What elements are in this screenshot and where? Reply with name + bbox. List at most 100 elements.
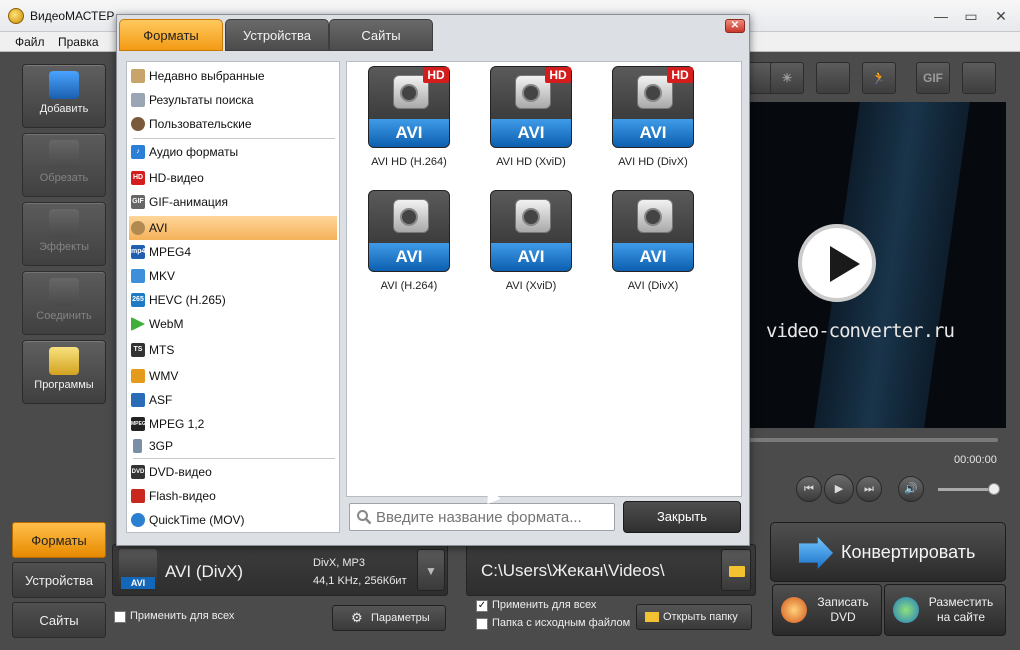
- next-icon[interactable]: ⏭: [856, 476, 882, 502]
- category-label: MKV: [149, 269, 176, 283]
- format-avi-hd-xvid[interactable]: HD AVI AVI HD (XviD): [471, 66, 591, 176]
- output-format-bar[interactable]: AVI AVI (DivX) DivX, MP3 44,1 KHz, 256Кб…: [112, 544, 448, 596]
- format-thumbnail: AVI: [612, 190, 694, 272]
- source-folder-checkbox[interactable]: [476, 618, 488, 630]
- search-input[interactable]: [376, 506, 610, 528]
- join-button[interactable]: Соединить: [22, 271, 106, 335]
- format-avi-xvid[interactable]: AVI AVI (XviD): [471, 190, 591, 300]
- asf-icon: [131, 393, 145, 407]
- format-avi-divx[interactable]: AVI AVI (DivX): [593, 190, 713, 300]
- burn-dvd-button[interactable]: Записать DVD: [772, 584, 882, 636]
- minimize-button[interactable]: —: [930, 6, 952, 26]
- category-dvd[interactable]: DVD DVD-видео: [129, 460, 337, 484]
- category-webm[interactable]: WebM: [129, 312, 337, 336]
- convert-button[interactable]: Конвертировать: [770, 522, 1006, 582]
- category-avi[interactable]: AVI: [129, 216, 337, 240]
- category-label: DVD-видео: [149, 465, 212, 479]
- parameters-button[interactable]: ⚙ Параметры: [332, 605, 446, 631]
- category-gif[interactable]: GIF GIF-анимация: [129, 190, 337, 214]
- open-folder-button[interactable]: Открыть папку: [636, 604, 752, 630]
- format-dropdown-button[interactable]: ▼: [417, 549, 445, 591]
- app-logo-icon: [8, 8, 24, 24]
- globe-icon: [893, 597, 919, 623]
- output-format-name: AVI (DivX): [165, 562, 244, 581]
- apply-all-label: Применить для всех: [130, 610, 235, 622]
- dialog-tab-formats[interactable]: Форматы: [119, 19, 223, 51]
- programs-button[interactable]: Программы: [22, 340, 106, 404]
- category-mkv[interactable]: MKV: [129, 264, 337, 288]
- category-hd-video[interactable]: HD HD-видео: [129, 166, 337, 190]
- category-asf[interactable]: ASF: [129, 388, 337, 412]
- open-folder-label: Открыть папку: [663, 611, 738, 623]
- trim-button[interactable]: Обрезать: [22, 133, 106, 197]
- close-window-button[interactable]: ✕: [990, 6, 1012, 26]
- format-grid: HD AVI AVI HD (H.264) HD AVI AVI HD (XviD) H…: [346, 61, 742, 497]
- category-recent[interactable]: Недавно выбранные: [129, 64, 337, 88]
- format-thumbnail: HD AVI: [490, 66, 572, 148]
- bottom-tab-devices[interactable]: Устройства: [12, 562, 106, 598]
- gif-icon[interactable]: GIF: [916, 62, 950, 94]
- path-apply-all-checkbox[interactable]: ✓: [476, 600, 488, 612]
- browse-folder-button[interactable]: [721, 549, 751, 591]
- category-mpeg4[interactable]: mp4 MPEG4: [129, 240, 337, 264]
- volume-knob[interactable]: [988, 483, 1000, 495]
- avi-badge: AVI: [491, 119, 571, 147]
- brightness-icon[interactable]: ☀: [770, 62, 804, 94]
- category-label: MPEG 1,2: [149, 417, 205, 431]
- category-label: GIF-анимация: [149, 195, 228, 209]
- speed-icon[interactable]: 🏃: [862, 62, 896, 94]
- category-hevc[interactable]: 265 HEVC (H.265): [129, 288, 337, 312]
- dvd-icon: DVD: [131, 465, 145, 479]
- add-button[interactable]: Добавить: [22, 64, 106, 128]
- output-path-bar[interactable]: C:\Users\Жекан\Videos\: [466, 544, 756, 596]
- format-thumbnail: AVI: [368, 190, 450, 272]
- folder-icon: [729, 566, 745, 577]
- category-label: MTS: [149, 343, 175, 357]
- format-avi-hd-divx[interactable]: HD AVI AVI HD (DivX): [593, 66, 713, 176]
- effects-button[interactable]: Эффекты: [22, 202, 106, 266]
- effects-icon: [49, 209, 79, 237]
- search-icon: [357, 510, 372, 525]
- format-thumbnail: AVI: [119, 549, 157, 591]
- format-avi-h264[interactable]: AVI AVI (H.264): [349, 190, 469, 300]
- dialog-tab-sites[interactable]: Сайты: [329, 19, 433, 51]
- format-label: AVI HD (H.264): [371, 156, 447, 168]
- film-edit-icon[interactable]: [816, 62, 850, 94]
- category-mpeg12[interactable]: MPEG MPEG 1,2: [129, 412, 337, 436]
- dialog-tab-devices[interactable]: Устройства: [225, 19, 329, 51]
- apply-all-checkbox[interactable]: [114, 611, 126, 623]
- play-overlay-icon[interactable]: [798, 224, 876, 302]
- category-flash[interactable]: Flash-видео: [129, 484, 337, 508]
- video-preview[interactable]: video-converter.ru: [746, 102, 1006, 428]
- category-quicktime[interactable]: QuickTime (MOV): [129, 508, 337, 532]
- category-label: HEVC (H.265): [149, 293, 226, 307]
- format-label: AVI HD (DivX): [618, 156, 688, 168]
- publish-site-button[interactable]: Разместить на сайте: [884, 584, 1006, 636]
- category-audio[interactable]: ♪ Аудио форматы: [129, 140, 337, 164]
- bottom-tab-formats[interactable]: Форматы: [12, 522, 106, 558]
- format-avi-hd-h264[interactable]: HD AVI AVI HD (H.264): [349, 66, 469, 176]
- category-custom[interactable]: Пользовательские: [129, 112, 337, 136]
- menu-edit[interactable]: Правка: [58, 35, 99, 49]
- category-search-results[interactable]: Результаты поиска: [129, 88, 337, 112]
- dialog-close-icon[interactable]: ✕: [725, 19, 745, 33]
- time-display: 00:00:00: [954, 454, 997, 466]
- category-mts[interactable]: TS MTS: [129, 338, 337, 362]
- close-dialog-button[interactable]: Закрыть: [623, 501, 741, 533]
- menu-file[interactable]: Файл: [15, 35, 45, 49]
- phone-icon: [133, 439, 142, 453]
- previous-icon[interactable]: ⏮: [796, 476, 822, 502]
- format-label: AVI (DivX): [627, 280, 679, 292]
- screen-capture-icon[interactable]: [962, 62, 996, 94]
- search-results-icon: [131, 93, 145, 107]
- timeline-slider[interactable]: [746, 438, 998, 442]
- bottom-tab-sites[interactable]: Сайты: [12, 602, 106, 638]
- category-wmv[interactable]: WMV: [129, 364, 337, 388]
- play-button[interactable]: ▶: [824, 474, 854, 504]
- volume-icon[interactable]: 🔊: [898, 476, 924, 502]
- maximize-button[interactable]: ▭: [960, 6, 982, 26]
- format-search[interactable]: [349, 503, 615, 531]
- category-3gp[interactable]: 3GP: [129, 434, 337, 458]
- category-label: Результаты поиска: [149, 93, 254, 107]
- category-label: Flash-видео: [149, 489, 216, 503]
